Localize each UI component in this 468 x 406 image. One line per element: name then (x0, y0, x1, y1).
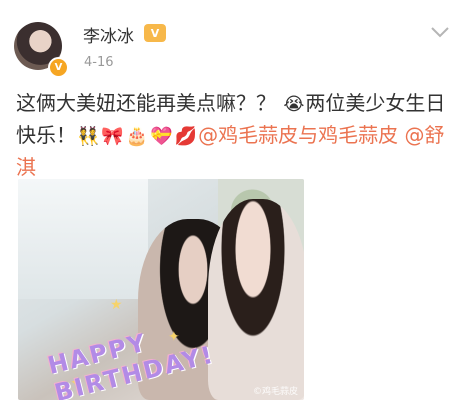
vip-icon: V (144, 24, 166, 42)
cake-icon: 🎂 (125, 126, 149, 147)
bow-icon: 🎀 (101, 126, 124, 147)
photo-background (18, 179, 148, 299)
post-text: 这俩大美妞还能再美点嘛？？ 😭两位美少女生日快乐！👯 🎀 🎂 💝 💋@鸡毛蒜皮与鸡毛蒜皮… (16, 88, 456, 182)
username[interactable]: 李冰冰 (83, 22, 134, 47)
post-time: 4-16 (84, 55, 114, 70)
verified-badge-icon: V (48, 57, 69, 78)
image-watermark: ©鸡毛蒜皮 (252, 387, 298, 397)
kiss-lips-icon: 💋 (174, 126, 198, 147)
crying-face-icon: 😭 (283, 94, 305, 115)
post-text-part1: 这俩大美妞还能再美点嘛？？ (16, 91, 276, 115)
chevron-down-icon[interactable] (430, 26, 450, 38)
dancing-girls-icon: 👯 (77, 126, 100, 147)
gift-heart-icon: 💝 (150, 126, 173, 147)
post-image[interactable]: ★ ✦ ✦ HAPPY BIRTHDAY! ©鸡毛蒜皮 (18, 179, 304, 400)
sparkle-icon: ★ (110, 297, 123, 313)
mention-link[interactable]: @鸡毛蒜皮与鸡毛蒜皮 (198, 123, 398, 147)
